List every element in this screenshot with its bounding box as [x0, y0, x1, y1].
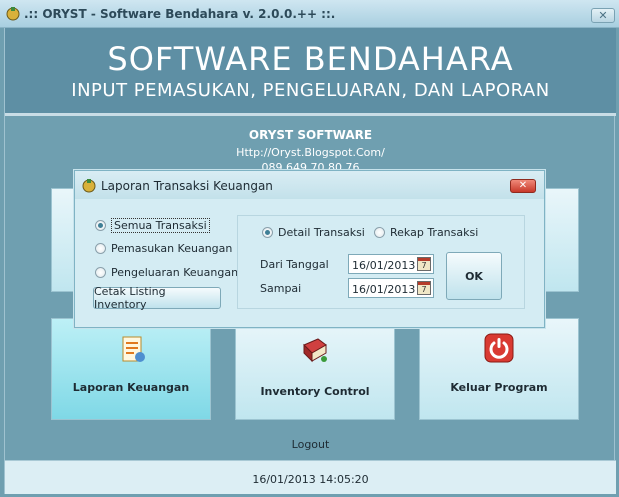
radio-dot — [262, 227, 273, 238]
window-close-button[interactable]: ✕ — [591, 8, 615, 23]
report-dialog: Laporan Transaksi Keuangan ✕ Semua Trans… — [74, 170, 545, 328]
radio-label: Pengeluaran Keuangan — [111, 266, 239, 279]
radio-label: Rekap Transaksi — [390, 226, 479, 239]
dialog-title: Laporan Transaksi Keuangan — [101, 179, 273, 193]
banner-subtitle: INPUT PEMASUKAN, PENGELUARAN, DAN LAPORA… — [71, 80, 550, 101]
tile-label: Inventory Control — [260, 385, 370, 398]
report-options-panel: Detail Transaksi Rekap Transaksi Dari Ta… — [237, 215, 525, 309]
radio-label: Pemasukan Keuangan — [111, 242, 233, 255]
window-title: .:: ORYST - Software Bendahara v. 2.0.0.… — [24, 7, 336, 21]
cetak-listing-inventory-button[interactable]: Cetak Listing Inventory — [93, 285, 221, 311]
radio-dot — [374, 227, 385, 238]
book-icon — [303, 338, 327, 363]
title-bar: .:: ORYST - Software Bendahara v. 2.0.0.… — [0, 0, 619, 28]
radio-dot — [95, 243, 106, 254]
tile-label: Laporan Keuangan — [72, 381, 190, 394]
tile-laporan-keuangan[interactable]: Laporan Keuangan — [51, 318, 211, 420]
banner: SOFTWARE BENDAHARA INPUT PEMASUKAN, PENG… — [5, 28, 616, 116]
report-icon — [122, 336, 145, 362]
ok-button[interactable]: OK — [446, 252, 502, 300]
radio-dot — [95, 267, 106, 278]
dialog-title-bar: Laporan Transaksi Keuangan ✕ — [75, 171, 544, 199]
radio-pemasukan-keuangan[interactable]: Pemasukan Keuangan — [95, 242, 232, 255]
status-datetime: 16/01/2013 14:05:20 — [252, 473, 369, 486]
radio-dot — [95, 220, 106, 231]
to-date-label: Sampai — [260, 282, 302, 295]
power-icon — [484, 333, 514, 363]
radio-label: Semua Transaksi — [111, 218, 210, 233]
to-date-picker[interactable]: 16/01/2013 7 — [348, 278, 434, 298]
radio-rekap-transaksi[interactable]: Rekap Transaksi — [374, 226, 478, 239]
radio-pengeluaran-keuangan[interactable]: Pengeluaran Keuangan — [95, 266, 238, 279]
calendar-icon[interactable]: 7 — [417, 281, 431, 295]
logout-link[interactable]: Logout — [5, 438, 616, 451]
status-bar: 16/01/2013 14:05:20 — [5, 460, 616, 494]
radio-semua-transaksi[interactable]: Semua Transaksi — [95, 218, 210, 233]
radio-label: Detail Transaksi — [278, 226, 365, 239]
from-date-picker[interactable]: 16/01/2013 7 — [348, 254, 434, 274]
tile-inventory-control[interactable]: Inventory Control — [235, 318, 395, 420]
banner-title: SOFTWARE BENDAHARA — [107, 40, 514, 78]
tile-keluar-program[interactable]: Keluar Program — [419, 318, 579, 420]
tile-label: Keluar Program — [450, 381, 548, 394]
from-date-label: Dari Tanggal — [260, 258, 329, 271]
brand-name: ORYST SOFTWARE — [248, 128, 373, 142]
website-url: Http://Oryst.Blogspot.Com/ — [236, 146, 385, 159]
from-date-value: 16/01/2013 — [352, 259, 416, 272]
app-icon — [82, 179, 96, 193]
calendar-icon[interactable]: 7 — [417, 257, 431, 271]
app-icon — [6, 7, 20, 21]
dialog-close-button[interactable]: ✕ — [510, 179, 536, 193]
radio-detail-transaksi[interactable]: Detail Transaksi — [262, 226, 365, 239]
to-date-value: 16/01/2013 — [352, 283, 416, 296]
